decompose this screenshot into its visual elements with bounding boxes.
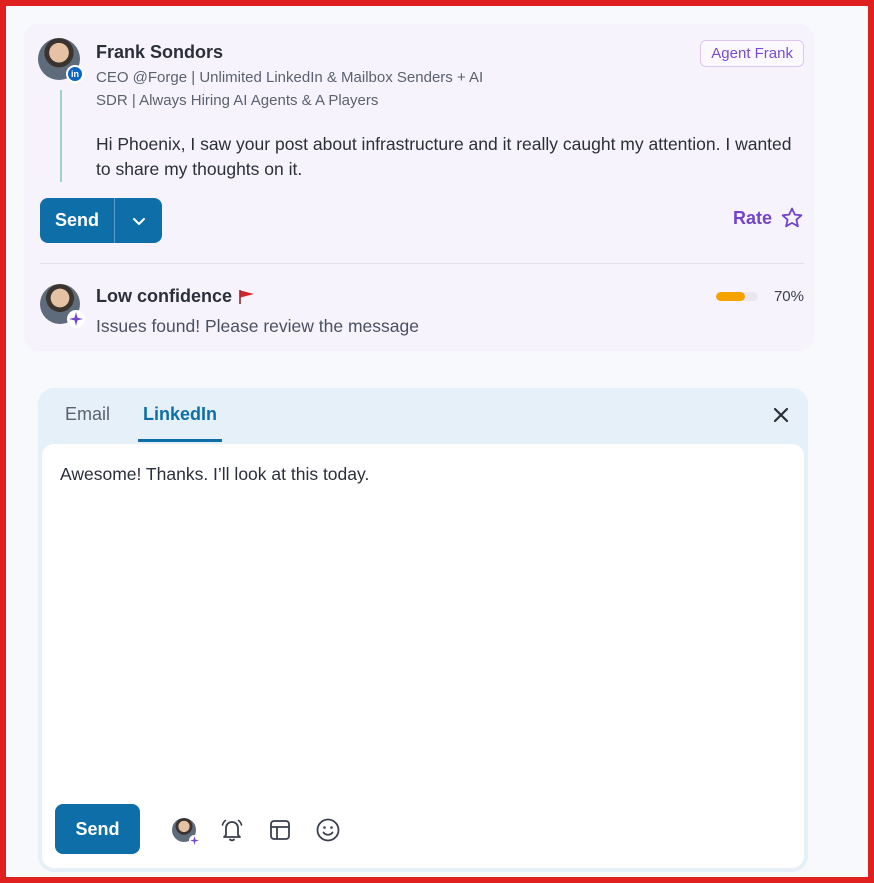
star-icon [781,207,803,228]
sparkle-icon [67,310,85,328]
send-options-button[interactable] [115,198,162,243]
bell-icon [221,819,243,842]
tab-linkedin[interactable]: LinkedIn [138,404,222,442]
agent-tag[interactable]: Agent Frank [700,40,804,67]
rate-label: Rate [732,207,772,228]
close-composer-button[interactable] [770,404,792,426]
confidence-title: Low confidence [96,286,233,306]
flag-icon [239,289,255,304]
tab-email[interactable]: Email [65,404,110,442]
linkedin-icon: in [66,65,84,83]
editor-text[interactable]: Awesome! Thanks. I’ll look at this today… [60,464,369,485]
confidence-message: Issues found! Please review the message [96,316,419,336]
agent-avatar [40,284,85,328]
emoji-icon [316,818,340,842]
confidence-percent: 70% [773,288,804,305]
send-split-button: Send [40,198,162,243]
sender-headline: CEO @Forge | Unlimited LinkedIn & Mailbo… [96,69,484,109]
sender-avatar[interactable]: in [38,38,84,83]
confidence-title-row: Low confidence [96,286,256,307]
confidence-progress-fill [716,292,746,301]
agent-avatar-button[interactable] [170,816,200,846]
template-icon [270,820,290,840]
message-card: in Frank Sondors CEO @Forge | Unlimited … [24,24,814,351]
reminder-button[interactable] [218,816,246,844]
sender-name[interactable]: Frank Sondors [96,42,223,63]
agent-avatar-icon [172,818,200,846]
emoji-button[interactable] [314,816,342,844]
composer-tabs: Email LinkedIn [38,388,808,442]
message-composer: Email LinkedIn Awesome! Thanks. I’ll loo… [38,388,808,872]
rate-button[interactable]: Rate [733,206,804,230]
message-body: Hi Phoenix, I saw your post about infras… [96,134,792,179]
divider [40,263,804,264]
template-button[interactable] [266,816,294,844]
send-button[interactable]: Send [40,198,115,243]
thread-line [60,90,62,182]
compose-send-button[interactable]: Send [55,804,140,854]
close-icon [773,407,789,423]
confidence-progress-bar [716,292,758,301]
chevron-down-icon [132,217,145,225]
screenshot-frame: in Frank Sondors CEO @Forge | Unlimited … [0,0,874,883]
message-editor[interactable]: Awesome! Thanks. I’ll look at this today… [42,444,804,868]
